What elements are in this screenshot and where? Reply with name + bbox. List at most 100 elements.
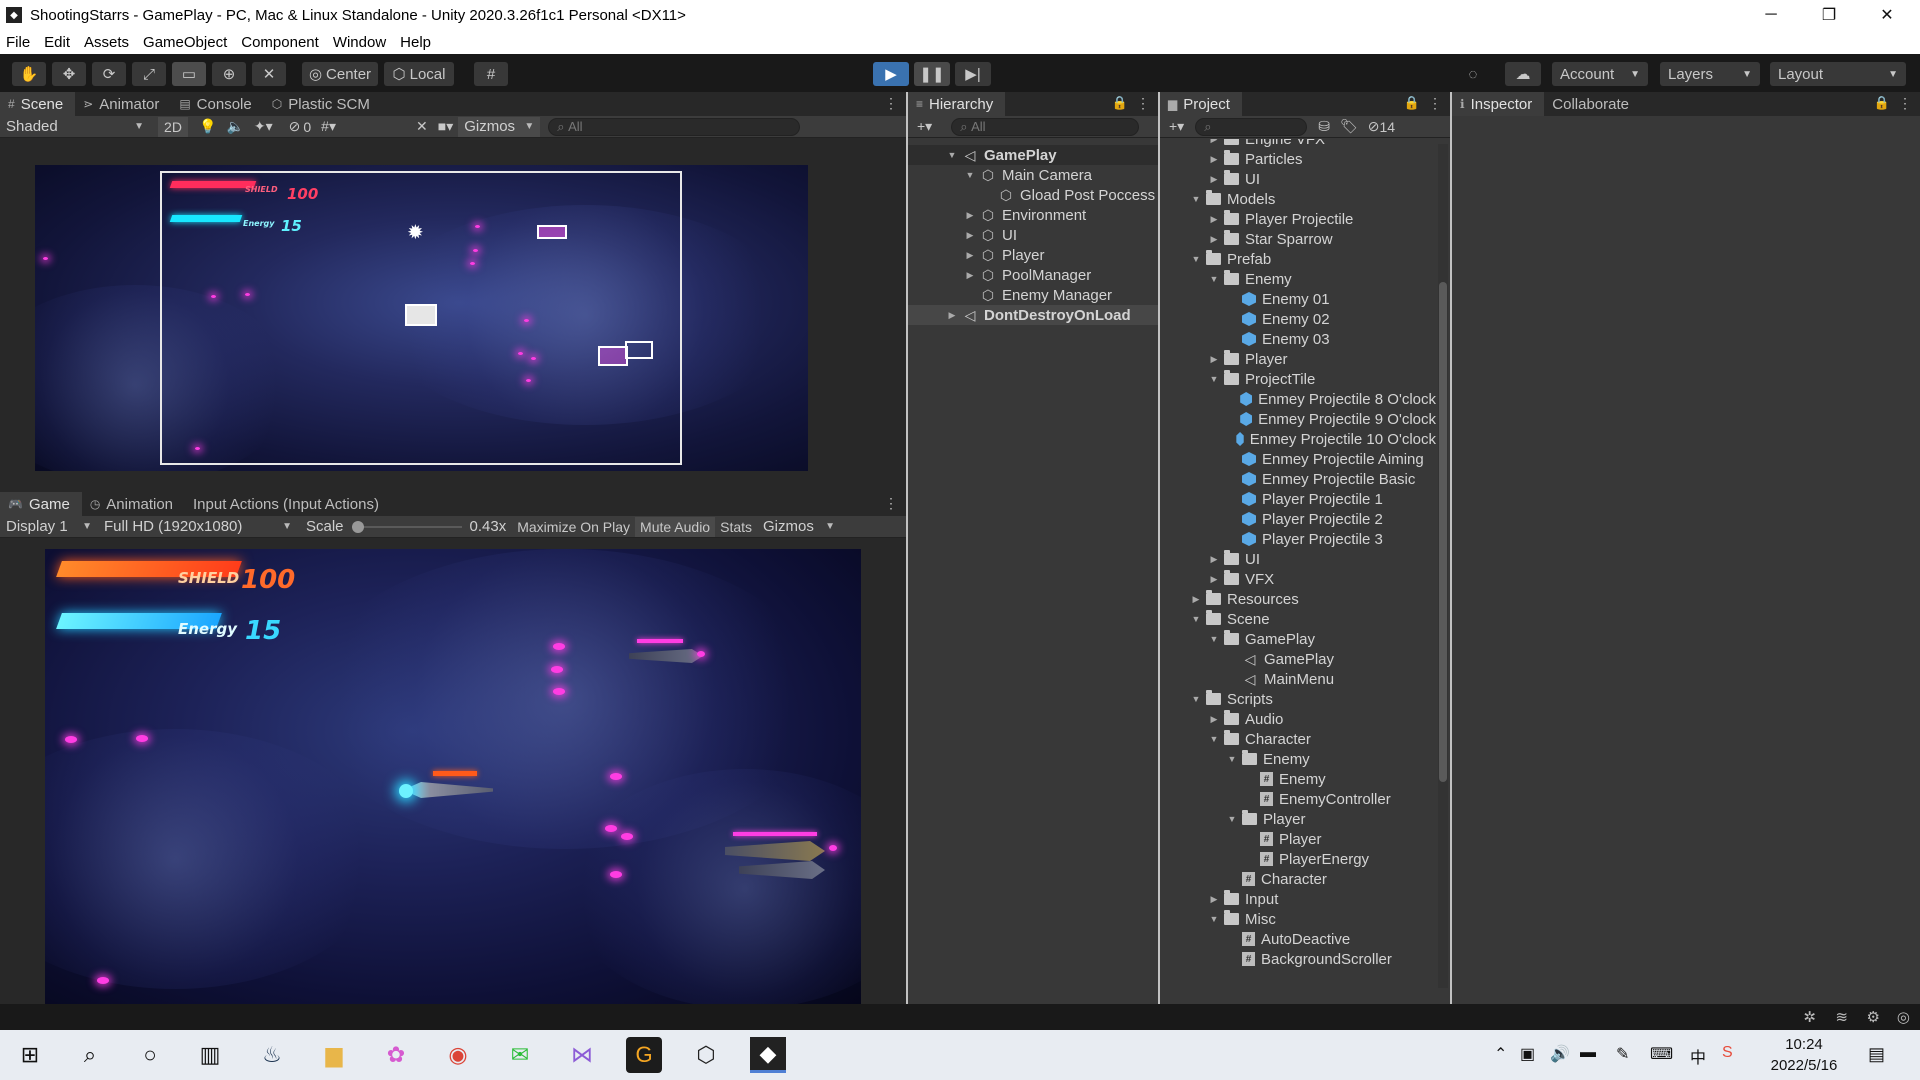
project-item[interactable]: ◁ GamePlay <box>1160 649 1436 669</box>
account-dropdown[interactable]: Account ▼ <box>1552 62 1648 86</box>
project-item[interactable]: ▼ Scene <box>1160 609 1436 629</box>
pen-icon[interactable]: ✎ <box>1616 1044 1629 1064</box>
scene-search-input[interactable]: ⌕ All <box>548 117 801 136</box>
project-item[interactable]: ▶ UI <box>1160 169 1436 189</box>
project-item[interactable]: ▼ Player <box>1160 809 1436 829</box>
expand-arrow-closed-icon[interactable]: ▶ <box>1208 554 1220 565</box>
volume-icon[interactable]: 🔊 <box>1550 1044 1570 1064</box>
audio-icon[interactable]: 🔈 <box>221 117 248 137</box>
panel-menu-icon[interactable]: ⋮ <box>884 495 898 512</box>
project-item[interactable]: Enmey Projectile 9 O'clock <box>1160 409 1436 429</box>
expand-arrow-closed-icon[interactable]: ▶ <box>1208 234 1220 245</box>
sogou-icon[interactable]: S <box>1722 1044 1733 1062</box>
hidden-objects-icon[interactable]: ⊘ 0 <box>284 117 317 137</box>
expand-arrow-closed-icon[interactable]: ▶ <box>964 210 976 221</box>
debug-icon[interactable]: ✲ <box>1803 1008 1816 1026</box>
lock-icon[interactable]: 🔒 <box>1874 95 1890 111</box>
tab-project[interactable]: ▆ Project <box>1160 92 1242 116</box>
expand-arrow-closed-icon[interactable]: ▶ <box>1208 154 1220 165</box>
tab-animator[interactable]: ⋗ Animator <box>75 92 171 116</box>
lock-icon[interactable]: 🔒 <box>1112 95 1128 111</box>
project-item[interactable]: Enemy 01 <box>1160 289 1436 309</box>
expand-arrow-closed-icon[interactable]: ▶ <box>964 230 976 241</box>
tab-hierarchy[interactable]: ≡ Hierarchy <box>908 92 1006 116</box>
tab-animation[interactable]: ◷ Animation <box>82 492 185 516</box>
steam-icon[interactable]: ♨ <box>254 1037 290 1073</box>
tab-game[interactable]: 🎮 Game <box>0 492 82 516</box>
cloud-icon[interactable]: ☁ <box>1505 62 1541 86</box>
cortana-icon[interactable]: ○ <box>132 1037 168 1073</box>
expand-arrow-open-icon[interactable]: ▼ <box>1208 634 1220 644</box>
chrome-icon[interactable]: ◉ <box>440 1037 476 1073</box>
project-item[interactable]: ▼ GamePlay <box>1160 629 1436 649</box>
check-icon[interactable]: ◎ <box>1897 1008 1910 1026</box>
tab-console[interactable]: ▤ Console <box>171 92 263 116</box>
expand-arrow-open-icon[interactable]: ▼ <box>1190 194 1202 204</box>
project-item[interactable]: ▼ Prefab <box>1160 249 1436 269</box>
step-button[interactable]: ▶| <box>955 62 991 86</box>
expand-arrow-closed-icon[interactable]: ▶ <box>1208 354 1220 365</box>
menu-assets[interactable]: Assets <box>84 34 129 51</box>
project-item[interactable]: # Character <box>1160 869 1436 889</box>
expand-arrow-closed-icon[interactable]: ▶ <box>946 310 958 321</box>
project-item[interactable]: Enmey Projectile Aiming <box>1160 449 1436 469</box>
expand-arrow-closed-icon[interactable]: ▶ <box>1208 714 1220 725</box>
project-item[interactable]: # AutoDeactive <box>1160 929 1436 949</box>
menu-gameobject[interactable]: GameObject <box>143 34 227 51</box>
project-item[interactable]: # BackgroundScroller <box>1160 949 1436 969</box>
move-tool-icon[interactable]: ✥ <box>52 62 86 86</box>
project-item[interactable]: ▼ Scripts <box>1160 689 1436 709</box>
panel-menu-icon[interactable]: ⋮ <box>1136 95 1150 112</box>
hierarchy-item[interactable]: ▼ ◁ GamePlay <box>908 145 1158 165</box>
search-icon[interactable]: ⌕ <box>72 1037 108 1073</box>
project-item[interactable]: ▼ Misc <box>1160 909 1436 929</box>
scene-viewport[interactable]: SHIELD 100 Energy 15 ✹ <box>35 165 808 471</box>
g-app-icon[interactable]: G <box>626 1037 662 1073</box>
clock[interactable]: 10:24 2022/5/16 <box>1764 1034 1844 1076</box>
hand-tool-icon[interactable]: ✋ <box>12 62 46 86</box>
custom-tool-icon[interactable]: ✕ <box>252 62 286 86</box>
close-button[interactable]: ✕ <box>1858 0 1916 30</box>
project-item[interactable]: # Enemy <box>1160 769 1436 789</box>
project-item[interactable]: ▼ Enemy <box>1160 749 1436 769</box>
rotate-tool-icon[interactable]: ⟳ <box>92 62 126 86</box>
project-item[interactable]: ▼ Character <box>1160 729 1436 749</box>
grid-snap-icon[interactable]: # <box>474 62 508 86</box>
add-icon[interactable]: +▾ <box>912 117 937 137</box>
menu-edit[interactable]: Edit <box>44 34 70 51</box>
project-item[interactable]: Enemy 02 <box>1160 309 1436 329</box>
project-item[interactable]: ▶ Engine VFX <box>1160 139 1436 149</box>
expand-arrow-open-icon[interactable]: ▼ <box>1208 274 1220 284</box>
expand-arrow-closed-icon[interactable]: ▶ <box>964 250 976 261</box>
pivot-center-toggle[interactable]: ◎ Center <box>302 62 378 86</box>
project-item[interactable]: ▶ Star Sparrow <box>1160 229 1436 249</box>
project-item[interactable]: Player Projectile 1 <box>1160 489 1436 509</box>
expand-arrow-closed-icon[interactable]: ▶ <box>1208 174 1220 185</box>
lighting-icon[interactable]: 💡 <box>194 117 221 137</box>
resolution-dropdown[interactable]: Full HD (1920x1080) ▼ <box>98 517 298 537</box>
expand-arrow-open-icon[interactable]: ▼ <box>1208 914 1220 924</box>
visual-studio-icon[interactable]: ⋈ <box>564 1037 600 1073</box>
expand-arrow-closed-icon[interactable]: ▶ <box>1208 214 1220 225</box>
game-viewport[interactable]: SHIELD 100 Energy 15 <box>45 549 861 1004</box>
color-picker-icon[interactable]: ✿ <box>378 1037 414 1073</box>
expand-arrow-open-icon[interactable]: ▼ <box>1208 734 1220 744</box>
hierarchy-item[interactable]: ⬡ Gload Post Poccess <box>908 185 1158 205</box>
expand-arrow-closed-icon[interactable]: ▶ <box>1208 894 1220 905</box>
project-item[interactable]: Player Projectile 3 <box>1160 529 1436 549</box>
project-item[interactable]: ▶ Audio <box>1160 709 1436 729</box>
menu-component[interactable]: Component <box>241 34 319 51</box>
pause-button[interactable]: ❚❚ <box>914 62 950 86</box>
project-item[interactable]: ▶ Resources <box>1160 589 1436 609</box>
expand-arrow-closed-icon[interactable]: ▶ <box>1190 594 1202 605</box>
task-view-icon[interactable]: ▥ <box>192 1037 228 1073</box>
project-item[interactable]: ▼ Enemy <box>1160 269 1436 289</box>
expand-arrow-closed-icon[interactable]: ▶ <box>1208 139 1220 145</box>
lock-icon[interactable]: 🔒 <box>1404 95 1420 111</box>
scrollbar-thumb[interactable] <box>1439 282 1447 782</box>
expand-arrow-open-icon[interactable]: ▼ <box>946 150 958 160</box>
unity-hub-icon[interactable]: ⬡ <box>688 1037 724 1073</box>
project-item[interactable]: # Player <box>1160 829 1436 849</box>
hierarchy-item[interactable]: ▶ ⬡ Environment <box>908 205 1158 225</box>
camera-icon[interactable]: ■▾ <box>433 117 458 137</box>
